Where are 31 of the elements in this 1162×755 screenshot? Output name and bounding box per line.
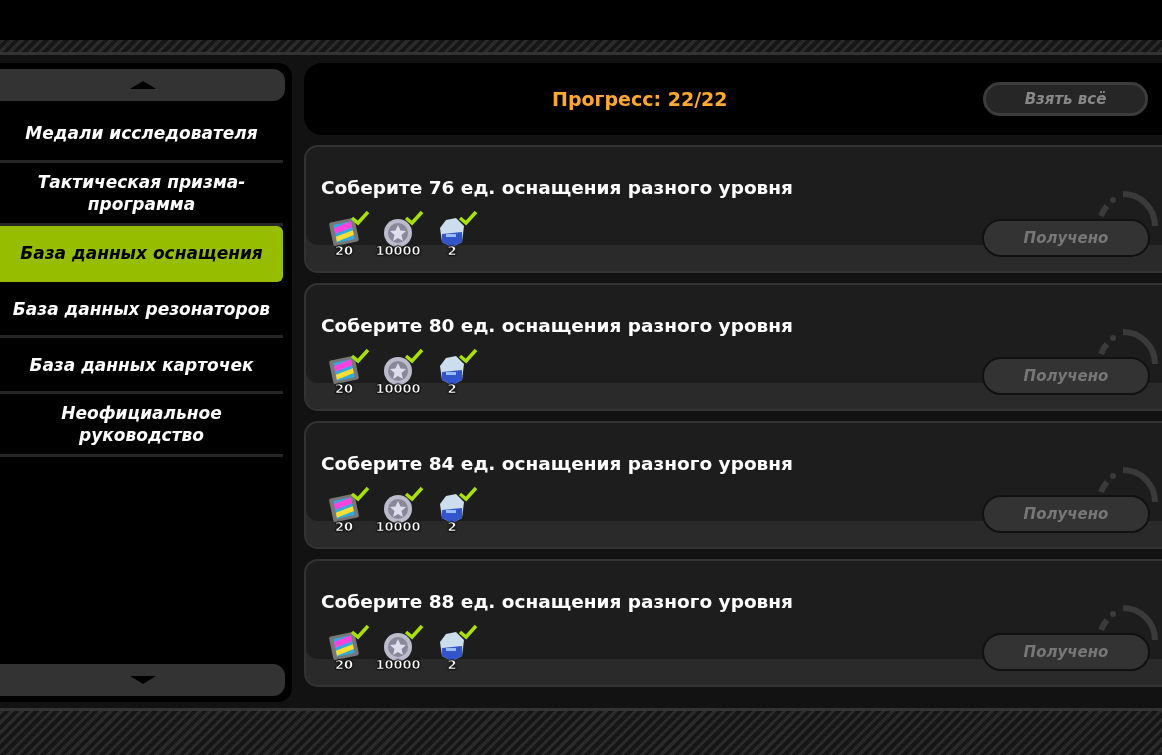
scroll-up-button[interactable] [0,69,285,101]
sidebar-item[interactable]: База данных карточек [0,338,283,395]
ring-decoration-icon [1097,605,1158,643]
down-caret-icon [128,675,157,685]
progress-text: Прогресс: 22/22 [552,88,728,110]
mission-title: Соберите 88 ед. оснащения разного уровня [321,591,794,612]
reward-amount: 20 [334,381,354,396]
ring-decoration-icon [1097,329,1158,367]
scroll-down-button[interactable] [0,664,285,696]
reward-amount: 2 [447,243,457,258]
reward-amount: 10000 [375,519,421,534]
mission-title: Соберите 84 ед. оснащения разного уровня [321,453,794,474]
reward-amount: 20 [334,657,354,672]
sidebar-item[interactable]: База данных оснащения [0,226,283,283]
sidebar-item[interactable]: База данных резонаторов [0,282,283,339]
reward-amount: 2 [447,657,457,672]
up-caret-icon [128,80,157,90]
mission-title: Соберите 80 ед. оснащения разного уровня [321,315,794,336]
reward-amount: 20 [334,519,354,534]
sidebar-item[interactable]: Неофициальное руководство [0,394,283,458]
reward-amount: 10000 [375,243,421,258]
reward-amount: 2 [447,519,457,534]
mission-title: Соберите 76 ед. оснащения разного уровня [321,177,794,198]
reward-amount: 10000 [375,381,421,396]
reward-amount: 2 [447,381,457,396]
reward-amount: 10000 [375,657,421,672]
ring-decoration-icon [1097,191,1158,229]
ring-decoration-icon [1097,467,1158,505]
claim-all-button[interactable]: Взять всё [983,82,1148,116]
reward-amount: 20 [334,243,354,258]
sidebar-item[interactable]: Медали исследователя [0,107,283,163]
